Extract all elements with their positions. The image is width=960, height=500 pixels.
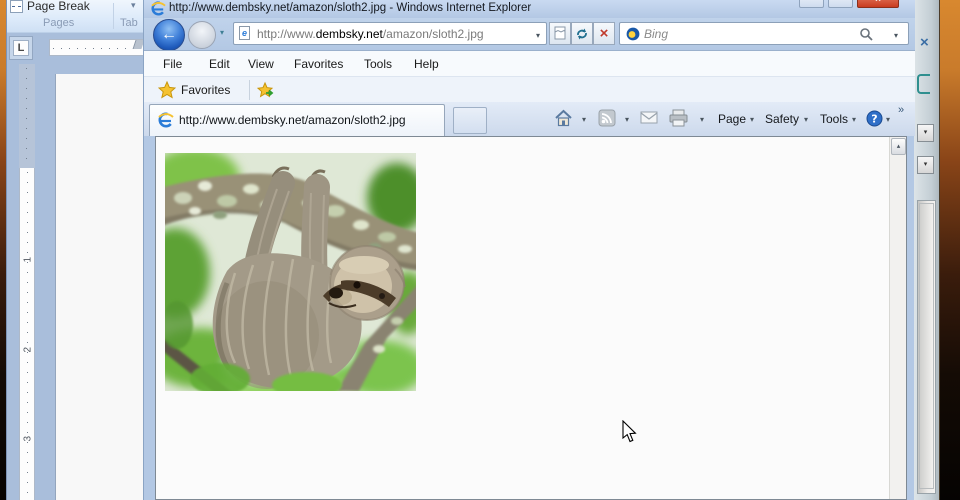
stop-button[interactable]: × [593, 22, 615, 45]
refresh-button[interactable] [571, 22, 593, 45]
new-tab-button[interactable] [453, 107, 487, 134]
ribbon-separator [113, 3, 114, 29]
active-tab[interactable]: http://www.dembsky.net/amazon/sloth2.jpg [149, 104, 445, 136]
word-ribbon: Page Break Pages Tab ▾ [7, 0, 144, 33]
print-icon[interactable] [668, 109, 689, 127]
pane-bracket-decoration [917, 74, 930, 94]
ruler-ticks [53, 48, 133, 49]
search-input[interactable]: Bing ▾ [619, 22, 909, 45]
content-scrollbar[interactable]: ▴ [889, 137, 906, 499]
tab-stop-selector[interactable]: L [9, 36, 33, 60]
menu-help[interactable]: Help [414, 57, 439, 71]
bing-logo-icon [626, 27, 640, 41]
menu-favorites[interactable]: Favorites [294, 57, 343, 71]
minimize-button[interactable] [799, 0, 824, 8]
favorites-star-icon[interactable] [158, 81, 176, 99]
address-dropdown-icon[interactable]: ▾ [536, 31, 540, 40]
favorites-button[interactable]: Favorites [181, 83, 230, 97]
word-window-fragment: Page Break Pages Tab ▾ L 1 2 3 [6, 0, 143, 500]
help-dropdown-icon[interactable]: ▾ [886, 115, 890, 124]
ruler-ticks [27, 172, 28, 500]
ie-window: http://www.dembsky.net/amazon/sloth2.jpg… [143, 0, 915, 500]
ribbon-dropdown-icon[interactable]: ▾ [131, 0, 136, 11]
ruler-number: 1 [22, 256, 34, 263]
close-pane-icon[interactable]: × [920, 34, 929, 51]
browser-viewport[interactable]: ▴ [155, 136, 907, 500]
scroll-option-button[interactable]: ▾ [917, 156, 934, 174]
search-icon[interactable] [859, 27, 874, 42]
maximize-button[interactable] [828, 0, 853, 8]
mouse-cursor [622, 420, 638, 444]
page-favicon: e [239, 26, 250, 40]
url-prefix: http://www. [257, 27, 316, 41]
search-engine-label: Bing [644, 27, 669, 41]
tab-bar: http://www.dembsky.net/amazon/sloth2.jpg… [144, 102, 915, 136]
scrollbar-thumb[interactable] [919, 203, 934, 489]
background-scrollbar[interactable] [917, 200, 936, 494]
close-button[interactable]: × [857, 0, 899, 8]
tools-menu-button[interactable]: Tools [820, 112, 848, 126]
screen: { "glyphs": { "dropdown": "▾", "up_arrow… [0, 0, 960, 500]
ruler-number: 2 [22, 346, 34, 353]
url-domain: dembsky.net [315, 27, 383, 41]
page-menu-button[interactable]: Page [718, 112, 746, 126]
page-break-button[interactable]: Page Break [10, 0, 90, 14]
page-break-icon [10, 0, 23, 13]
favorites-bar: Favorites [144, 76, 915, 102]
help-icon[interactable]: ? [866, 110, 883, 127]
address-row: ← ▾ e http://www.dembsky.net/amazon/slot… [144, 18, 915, 51]
tab-stop-glyph: L [13, 40, 29, 56]
word-document-page[interactable] [55, 74, 144, 500]
page-break-label: Page Break [27, 0, 90, 13]
compatibility-view-button[interactable] [549, 22, 571, 45]
page-dropdown-icon[interactable]: ▾ [750, 115, 754, 124]
safety-dropdown-icon[interactable]: ▾ [804, 115, 808, 124]
tab-title: http://www.dembsky.net/amazon/sloth2.jpg [179, 113, 406, 127]
home-dropdown-icon[interactable]: ▾ [582, 115, 586, 124]
toolbar-overflow-chevron[interactable]: » [898, 104, 904, 116]
rss-feed-icon[interactable] [598, 109, 616, 127]
tables-group-label: Tab [120, 17, 138, 29]
svg-text:?: ? [871, 113, 877, 126]
menu-edit[interactable]: Edit [209, 57, 230, 71]
url-path: /amazon/sloth2.jpg [382, 27, 484, 41]
scroll-option-button[interactable]: ▾ [917, 124, 934, 142]
forward-button[interactable] [188, 21, 216, 49]
titlebar[interactable]: http://www.dembsky.net/amazon/sloth2.jpg… [144, 0, 915, 18]
tab-favicon-ie-icon [158, 112, 174, 128]
read-mail-icon[interactable] [640, 111, 658, 124]
search-options-dropdown-icon[interactable]: ▾ [894, 31, 898, 40]
toolbar-separator [249, 80, 250, 100]
rss-dropdown-icon[interactable]: ▾ [625, 115, 629, 124]
print-dropdown-icon[interactable]: ▾ [700, 115, 704, 124]
horizontal-ruler [49, 39, 144, 56]
menu-file[interactable]: File [163, 57, 182, 71]
ie-logo-icon [151, 1, 166, 16]
pages-group-label: Pages [43, 17, 75, 29]
window-title: http://www.dembsky.net/amazon/sloth2.jpg… [169, 2, 532, 14]
recent-pages-dropdown-icon[interactable]: ▾ [220, 28, 224, 37]
vertical-ruler: 1 2 3 [19, 168, 35, 500]
menu-view[interactable]: View [248, 57, 274, 71]
background-window-edge: × ▾ ▾ [914, 0, 940, 500]
scroll-up-button[interactable]: ▴ [891, 138, 906, 155]
menu-tools[interactable]: Tools [364, 57, 392, 71]
home-icon[interactable] [554, 109, 573, 128]
ruler-ticks [26, 68, 27, 168]
sloth-image [165, 153, 416, 391]
tools-dropdown-icon[interactable]: ▾ [852, 115, 856, 124]
back-button[interactable]: ← [153, 19, 185, 51]
ruler-number: 3 [22, 435, 34, 442]
address-bar-input[interactable]: e http://www.dembsky.net/amazon/sloth2.j… [233, 22, 547, 45]
add-to-favorites-bar-icon[interactable] [257, 81, 275, 99]
safety-menu-button[interactable]: Safety [765, 112, 799, 126]
vertical-ruler-margin [19, 64, 35, 168]
menu-bar: File Edit View Favorites Tools Help [144, 50, 915, 76]
address-url: http://www.dembsky.net/amazon/sloth2.jpg [257, 27, 484, 41]
